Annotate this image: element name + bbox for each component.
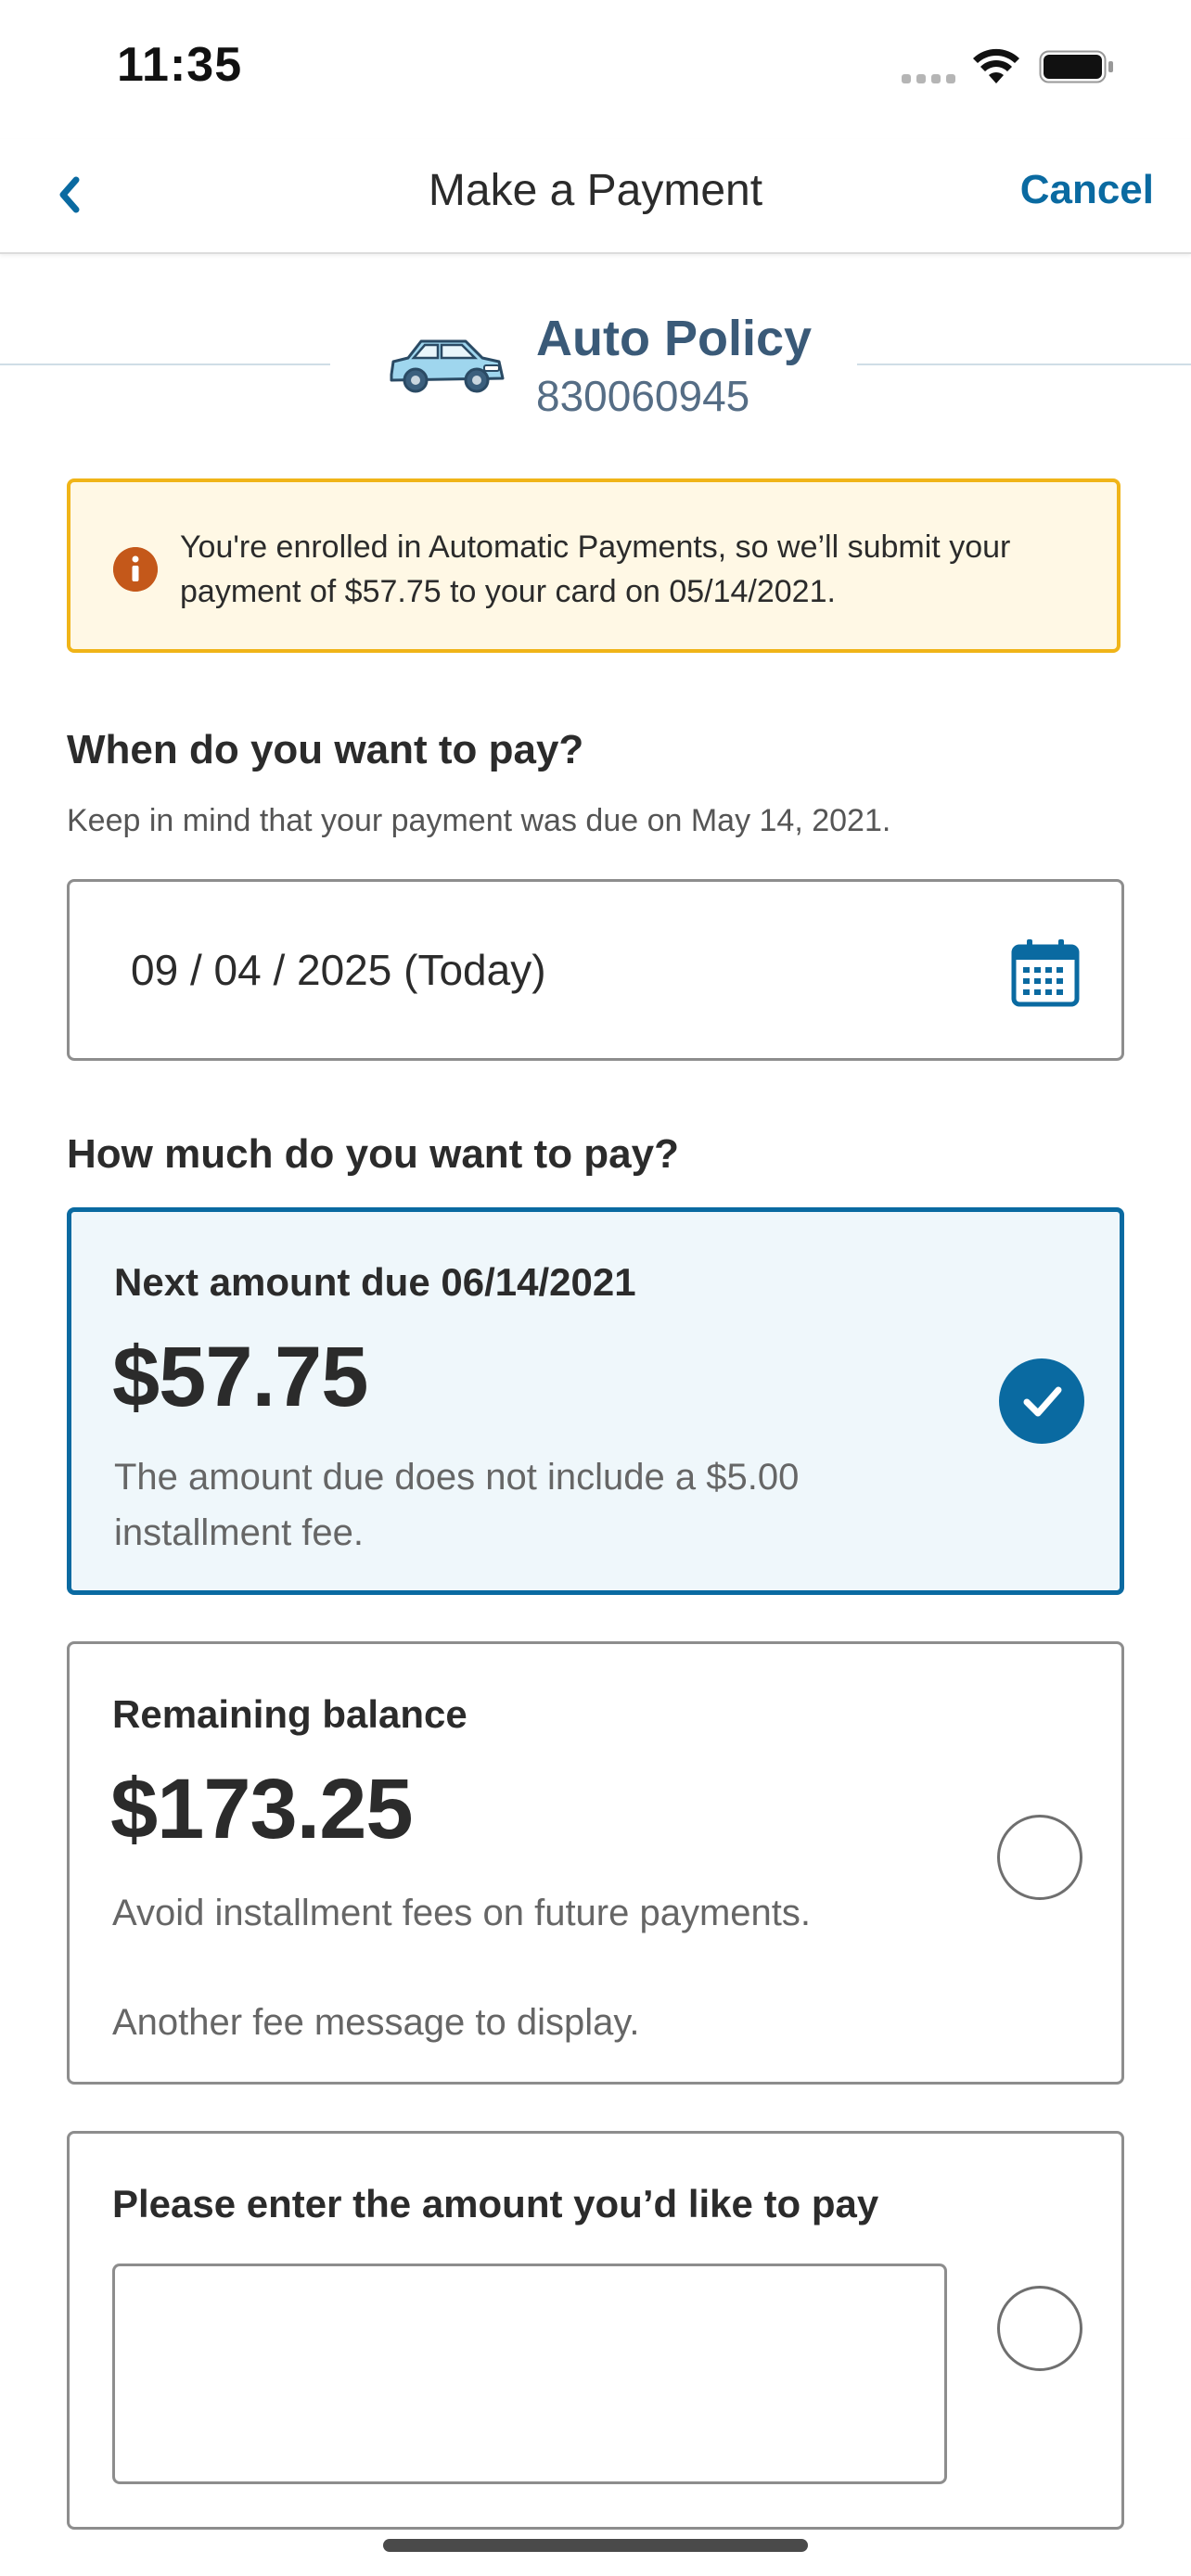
- amount-heading: How much do you want to pay?: [67, 1131, 679, 1177]
- navigation-bar: Make a Payment Cancel: [0, 139, 1191, 254]
- wifi-icon: [973, 48, 1019, 83]
- option-label: Remaining balance: [112, 1692, 467, 1736]
- status-bar: 11:35: [0, 0, 1191, 139]
- page-title: Make a Payment: [428, 166, 763, 215]
- date-value: 09 / 04 / 2025 (Today): [131, 946, 546, 994]
- notice-text: You're enrolled in Automatic Payments, s…: [180, 529, 1011, 609]
- radio-unselected[interactable]: [997, 1815, 1082, 1900]
- option-next-amount[interactable]: Next amount due 06/14/2021 $57.75 The am…: [67, 1207, 1124, 1595]
- option-custom-amount[interactable]: Please enter the amount you’d like to pa…: [67, 2131, 1124, 2530]
- option-remaining-balance[interactable]: Remaining balance $173.25 Avoid installm…: [67, 1641, 1124, 2085]
- date-field[interactable]: 09 / 04 / 2025 (Today): [67, 879, 1124, 1061]
- checkmark-icon: [1023, 1386, 1062, 1417]
- option-note: Avoid installment fees on future payment…: [112, 1893, 812, 1933]
- home-indicator: [383, 2539, 808, 2552]
- radio-selected[interactable]: [999, 1358, 1084, 1444]
- battery-icon: [1039, 50, 1113, 83]
- calendar-icon[interactable]: [1010, 937, 1081, 1008]
- option-amount: $173.25: [110, 1762, 414, 1856]
- cancel-button[interactable]: Cancel: [1020, 167, 1154, 213]
- when-heading: When do you want to pay?: [67, 727, 584, 772]
- radio-unselected[interactable]: [997, 2286, 1082, 2371]
- car-icon: [390, 339, 505, 393]
- autopay-notice: You're enrolled in Automatic Payments, s…: [67, 478, 1121, 653]
- signal-icon: [902, 74, 957, 83]
- policy-number: 830060945: [536, 372, 750, 420]
- option-amount: $57.75: [112, 1330, 368, 1424]
- when-subtext: Keep in mind that your payment was due o…: [67, 803, 891, 838]
- status-time: 11:35: [117, 38, 243, 92]
- option-label: Next amount due 06/14/2021: [114, 1260, 636, 1304]
- option-note-secondary: Another fee message to display.: [112, 2002, 640, 2043]
- divider-left: [0, 363, 330, 365]
- policy-name: Auto Policy: [536, 311, 813, 366]
- info-icon: [113, 547, 158, 592]
- option-note: The amount due does not include a $5.00 …: [114, 1457, 800, 1553]
- option-label: Please enter the amount you’d like to pa…: [112, 2182, 879, 2225]
- custom-amount-input[interactable]: [112, 2264, 947, 2484]
- divider-right: [857, 363, 1191, 365]
